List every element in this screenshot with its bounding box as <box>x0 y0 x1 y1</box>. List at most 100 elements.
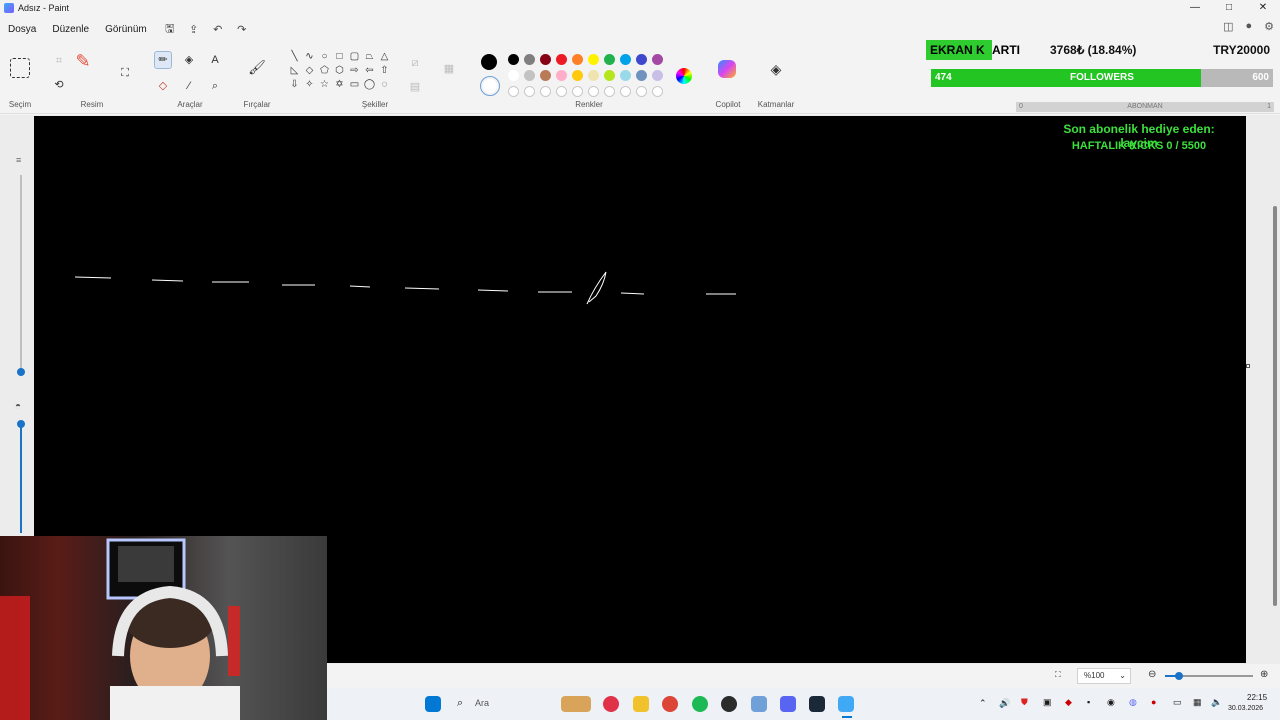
spotify-icon[interactable] <box>692 696 708 712</box>
zoom-slider-thumb[interactable] <box>1175 672 1183 680</box>
color-swatch[interactable] <box>620 70 631 81</box>
secondary-color-swatch[interactable] <box>480 76 500 96</box>
custom-color-slot[interactable] <box>508 86 519 97</box>
discord-icon[interactable] <box>780 696 796 712</box>
six-point-star-icon[interactable]: ✡ <box>333 78 346 91</box>
curve-shape-icon[interactable]: ∿ <box>303 50 316 63</box>
triangle-shape-icon[interactable]: △ <box>378 50 391 63</box>
widgets-icon[interactable] <box>561 696 591 712</box>
settings-icon[interactable]: ⚙ <box>1264 20 1274 33</box>
size-slider-thumb[interactable] <box>17 368 25 376</box>
brush-icon[interactable]: 🖌 <box>248 58 266 76</box>
clock-date[interactable]: 30.03.2026 <box>1228 705 1263 712</box>
pencil-icon[interactable]: ✏ <box>154 51 172 69</box>
color-swatch[interactable] <box>572 54 583 65</box>
media-player-icon[interactable] <box>603 696 619 712</box>
primary-color-swatch[interactable] <box>481 54 497 70</box>
custom-color-slot[interactable] <box>556 86 567 97</box>
opacity-slider-thumb[interactable] <box>17 420 25 428</box>
zoom-dropdown[interactable]: %100 ⌄ <box>1077 668 1131 684</box>
app-tray-icon-2[interactable]: ◆ <box>1065 697 1072 708</box>
custom-color-slot[interactable] <box>652 86 663 97</box>
color-swatch[interactable] <box>540 54 551 65</box>
color-picker-icon[interactable]: ⁄ <box>180 77 198 95</box>
menu-file[interactable]: Dosya <box>0 24 44 35</box>
color-swatch[interactable] <box>524 70 535 81</box>
callout-rect-icon[interactable]: ▭ <box>348 78 361 91</box>
up-arrow-shape-icon[interactable]: ⇧ <box>378 64 391 77</box>
undo-icon[interactable]: ↶ <box>209 23 227 36</box>
clock-time[interactable]: 22:15 <box>1247 693 1267 702</box>
save-icon[interactable]: 🖫 <box>161 20 179 39</box>
opacity-slider-track[interactable] <box>20 423 22 533</box>
shape-size-icon[interactable]: ▦ <box>440 60 458 78</box>
menu-edit[interactable]: Düzenle <box>44 24 97 35</box>
taskbar-search[interactable]: Ara <box>475 698 489 708</box>
zoom-out-icon[interactable]: ⊖ <box>1148 669 1156 680</box>
rotate-icon[interactable]: ⟲ <box>50 76 68 94</box>
five-point-star-icon[interactable]: ☆ <box>318 78 331 91</box>
color-swatch[interactable] <box>636 70 647 81</box>
color-swatch[interactable] <box>508 70 519 81</box>
custom-color-slot[interactable] <box>572 86 583 97</box>
rectangle-shape-icon[interactable]: □ <box>333 50 346 63</box>
color-swatch[interactable] <box>636 54 647 65</box>
color-swatch[interactable] <box>588 54 599 65</box>
steam-tray-icon[interactable]: ◉ <box>1107 697 1115 708</box>
obs-icon[interactable] <box>721 696 737 712</box>
canvas-resize-handle[interactable] <box>1246 364 1250 368</box>
text-icon[interactable]: A <box>206 51 224 69</box>
oval-shape-icon[interactable]: ○ <box>318 50 331 63</box>
notification-icon[interactable]: ◫ <box>1223 20 1233 33</box>
zoom-in-icon[interactable]: ⊕ <box>1260 669 1268 680</box>
maximize-button[interactable]: □ <box>1212 0 1246 16</box>
fit-screen-icon[interactable]: ⛶ <box>1055 670 1061 680</box>
color-swatch[interactable] <box>652 54 663 65</box>
shape-fill-icon[interactable]: ▤ <box>406 78 424 96</box>
app-tray-icon-1[interactable]: ▣ <box>1043 697 1052 708</box>
volume-tray-icon[interactable]: 🔊 <box>999 698 1010 709</box>
tray-overflow-icon[interactable]: ⌃ <box>979 698 987 709</box>
steam-icon[interactable] <box>809 696 825 712</box>
image-select-icon[interactable]: ⛶ <box>116 64 134 82</box>
app-tray-icon-3[interactable]: ▪ <box>1087 697 1090 707</box>
custom-color-slot[interactable] <box>620 86 631 97</box>
custom-color-slot[interactable] <box>540 86 551 97</box>
discord-tray-icon[interactable]: ◍ <box>1129 697 1137 708</box>
sound-icon[interactable]: 🔈 <box>1211 697 1222 708</box>
menu-view[interactable]: Görünüm <box>97 24 155 35</box>
down-arrow-shape-icon[interactable]: ⇩ <box>288 78 301 91</box>
recolor-icon[interactable]: ✎ <box>74 52 92 70</box>
share-icon[interactable]: ⇪ <box>185 23 203 36</box>
display-tray-icon[interactable]: ▭ <box>1173 697 1182 708</box>
four-point-star-icon[interactable]: ✧ <box>303 78 316 91</box>
size-slider-track[interactable] <box>20 175 22 370</box>
custom-color-slot[interactable] <box>636 86 647 97</box>
left-arrow-shape-icon[interactable]: ⇦ <box>363 64 376 77</box>
right-triangle-icon[interactable]: ◺ <box>288 64 301 77</box>
color-swatch[interactable] <box>572 70 583 81</box>
magnifier-icon[interactable]: ⌕ <box>206 77 224 95</box>
start-icon[interactable] <box>425 696 441 712</box>
redo-icon[interactable]: ↷ <box>233 23 251 36</box>
account-icon[interactable]: ● <box>1245 20 1252 33</box>
color-swatch[interactable] <box>556 54 567 65</box>
file-explorer-icon[interactable] <box>633 696 649 712</box>
vertical-scrollbar[interactable] <box>1270 116 1280 664</box>
color-swatch[interactable] <box>620 54 631 65</box>
polygon-shape-icon[interactable]: ⏢ <box>363 50 376 63</box>
callout-oval-icon[interactable]: ◯ <box>363 78 376 91</box>
search-icon[interactable]: ⌕ <box>457 697 463 710</box>
right-arrow-shape-icon[interactable]: ⇨ <box>348 64 361 77</box>
pentagon-shape-icon[interactable]: ⬠ <box>318 64 331 77</box>
callout-cloud-icon[interactable]: ◌ <box>378 78 391 91</box>
color-swatch[interactable] <box>604 54 615 65</box>
color-swatch[interactable] <box>588 70 599 81</box>
rounded-rectangle-icon[interactable]: ▢ <box>348 50 361 63</box>
security-tray-icon[interactable]: ⛊ <box>1021 697 1028 708</box>
custom-color-slot[interactable] <box>588 86 599 97</box>
outline-icon[interactable]: ⧄ <box>406 54 424 72</box>
custom-color-slot[interactable] <box>524 86 535 97</box>
color-swatch[interactable] <box>604 70 615 81</box>
color-swatch[interactable] <box>540 70 551 81</box>
